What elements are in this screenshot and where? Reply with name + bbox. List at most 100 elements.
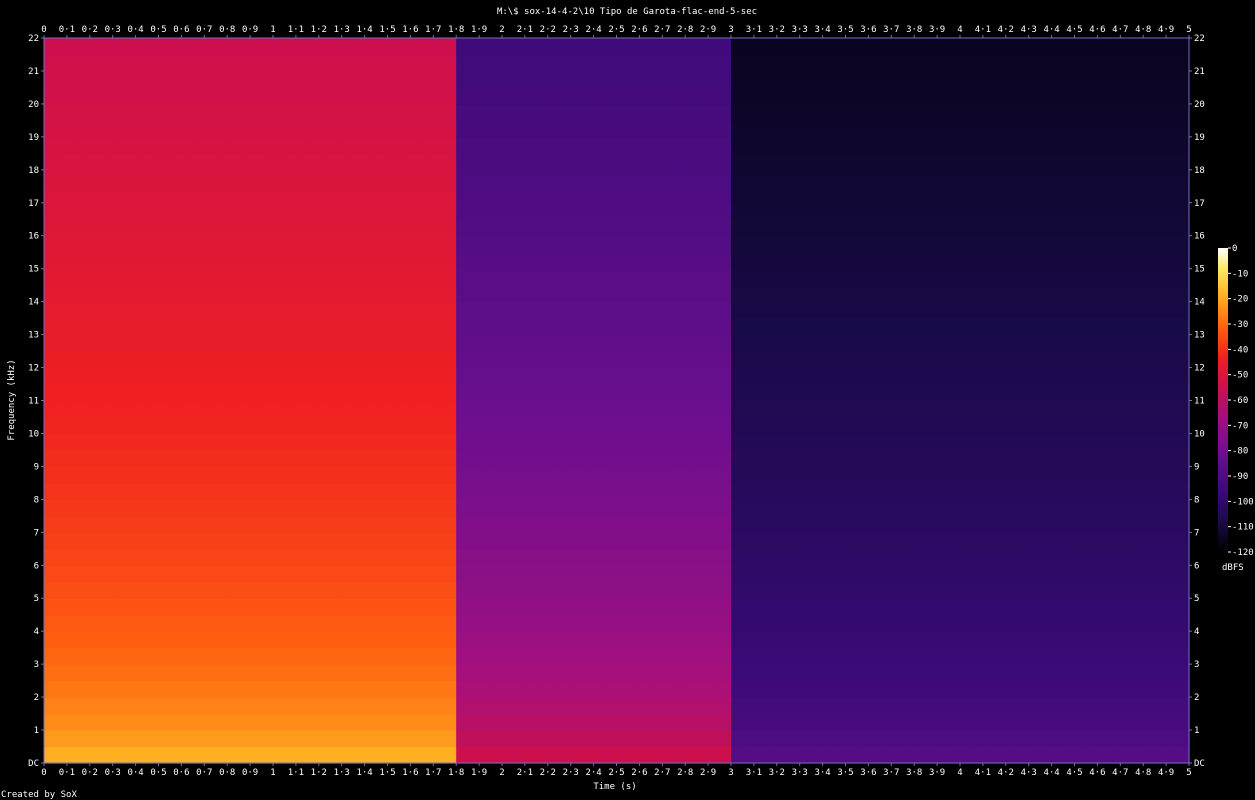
heatmap-cell xyxy=(925,664,938,682)
heatmap-cell xyxy=(1143,515,1156,533)
heatmap-cell xyxy=(685,38,698,56)
heatmap-cell xyxy=(513,219,526,237)
heatmap-cell xyxy=(593,433,606,451)
heatmap-cell xyxy=(994,713,1007,731)
heatmap-cell xyxy=(856,515,869,533)
heatmap-cell xyxy=(753,532,766,550)
heatmap-cell xyxy=(181,680,194,698)
heatmap-cell xyxy=(387,482,400,500)
heatmap-cell xyxy=(1085,318,1098,336)
heatmap-cell xyxy=(387,433,400,451)
heatmap-cell xyxy=(101,103,114,121)
heatmap-cell xyxy=(353,120,366,138)
heatmap-cell xyxy=(639,384,652,402)
heatmap-cell xyxy=(192,252,205,270)
heatmap-cell xyxy=(215,400,228,418)
heatmap-cell xyxy=(868,252,881,270)
heatmap-cell xyxy=(124,680,137,698)
heatmap-cell xyxy=(295,647,308,665)
heatmap-cell xyxy=(673,38,686,56)
heatmap-cell xyxy=(1131,416,1144,435)
heatmap-cell xyxy=(1085,730,1098,748)
heatmap-cell xyxy=(89,482,102,500)
heatmap-cell xyxy=(731,219,744,237)
heatmap-cell xyxy=(960,252,973,270)
heatmap-cell xyxy=(879,565,892,583)
heatmap-cell xyxy=(238,38,251,56)
heatmap-cell xyxy=(1063,416,1076,435)
heatmap-cell xyxy=(845,136,858,154)
heatmap-cell xyxy=(307,400,320,418)
heatmap-cell xyxy=(856,548,869,566)
heatmap-cell xyxy=(731,252,744,270)
heatmap-cell xyxy=(513,136,526,154)
heatmap-cell xyxy=(559,318,572,336)
heatmap-cell xyxy=(524,87,537,105)
heatmap-cell xyxy=(868,581,881,599)
heatmap-cell xyxy=(318,515,331,533)
heatmap-cell xyxy=(376,169,389,187)
heatmap-cell xyxy=(616,680,629,698)
heatmap-cell xyxy=(295,532,308,550)
heatmap-cell xyxy=(421,120,434,138)
heatmap-cell xyxy=(44,713,57,731)
heatmap-cell xyxy=(1074,614,1087,632)
heatmap-cell xyxy=(181,186,194,204)
heatmap-cell xyxy=(891,515,904,533)
heatmap-cell xyxy=(250,70,263,89)
heatmap-cell xyxy=(696,565,709,583)
heatmap-cell xyxy=(1120,697,1133,715)
heatmap-cell xyxy=(55,433,68,451)
heatmap-cell xyxy=(78,697,91,715)
heatmap-cell xyxy=(513,697,526,715)
heatmap-cell xyxy=(799,433,812,451)
heatmap-cell xyxy=(982,186,995,204)
heatmap-cell xyxy=(570,301,583,319)
heatmap-cell xyxy=(982,318,995,336)
heatmap-cell xyxy=(410,70,423,89)
heatmap-cell xyxy=(547,746,560,764)
heatmap-cell xyxy=(89,153,102,171)
heatmap-cell xyxy=(44,252,57,270)
heatmap-cell xyxy=(66,268,79,286)
heatmap-cell xyxy=(971,598,984,616)
heatmap-cell xyxy=(330,449,343,468)
heatmap-cell xyxy=(204,581,217,599)
heatmap-cell xyxy=(902,334,915,352)
heatmap-cell xyxy=(1085,252,1098,270)
heatmap-cell xyxy=(891,318,904,336)
heatmap-cell xyxy=(822,153,835,171)
heatmap-cell xyxy=(742,499,755,517)
heatmap-cell xyxy=(250,252,263,270)
heatmap-cell xyxy=(868,318,881,336)
heatmap-cell xyxy=(1040,153,1053,171)
heatmap-cell xyxy=(650,499,663,517)
heatmap-cell xyxy=(1051,730,1064,748)
heatmap-cell xyxy=(994,697,1007,715)
heatmap-cell xyxy=(433,103,446,121)
heatmap-cell xyxy=(685,384,698,402)
heatmap-cell xyxy=(1097,202,1110,220)
heatmap-cell xyxy=(696,515,709,533)
heatmap-cell xyxy=(444,169,457,187)
heatmap-cell xyxy=(1154,581,1167,599)
heatmap-cell xyxy=(559,384,572,402)
heatmap-cell xyxy=(307,252,320,270)
heatmap-cell xyxy=(204,70,217,89)
heatmap-cell xyxy=(582,153,595,171)
heatmap-cell xyxy=(261,169,274,187)
heatmap-cell xyxy=(971,318,984,336)
heatmap-cell xyxy=(834,318,847,336)
heatmap-cell xyxy=(1005,400,1018,418)
heatmap-cell xyxy=(101,136,114,154)
heatmap-cell xyxy=(536,581,549,599)
heatmap-cell xyxy=(1063,680,1076,698)
heatmap-cell xyxy=(1108,103,1121,121)
heatmap-cell xyxy=(937,416,950,435)
heatmap-cell xyxy=(101,482,114,500)
heatmap-cell xyxy=(902,581,915,599)
heatmap-cell xyxy=(169,614,182,632)
heatmap-cell xyxy=(868,268,881,286)
heatmap-cell xyxy=(639,38,652,56)
heatmap-cell xyxy=(169,647,182,665)
